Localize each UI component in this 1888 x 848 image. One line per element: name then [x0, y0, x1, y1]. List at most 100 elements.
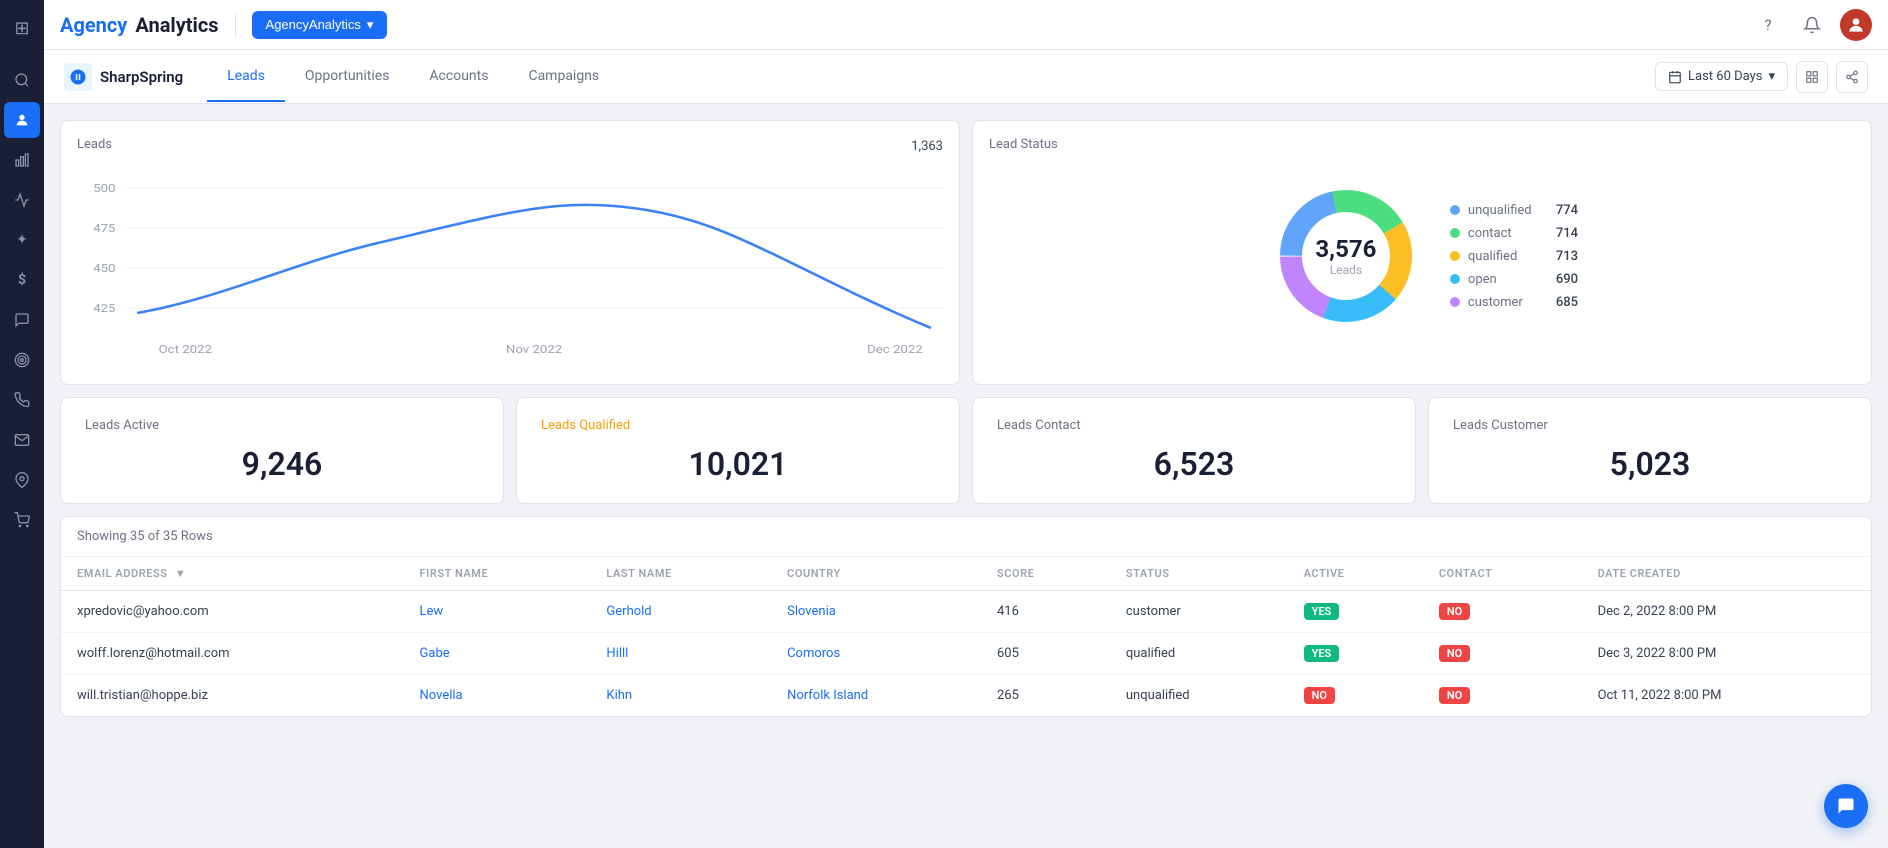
- sort-email-icon[interactable]: ▼: [175, 567, 186, 580]
- layout-toggle-icon[interactable]: [1796, 61, 1828, 93]
- cell-score-2: 605: [981, 633, 1110, 675]
- lead-status-title: Lead Status: [989, 137, 1058, 152]
- stat-value-leads-customer: 5,023: [1453, 445, 1847, 483]
- link-first-3[interactable]: Novella: [420, 688, 463, 703]
- legend-value-contact: 714: [1556, 226, 1578, 241]
- cell-email-3: will.tristian@hoppe.biz: [61, 675, 404, 717]
- stat-label-leads-customer: Leads Customer: [1453, 418, 1847, 433]
- col-active: ACTIVE: [1288, 557, 1423, 591]
- navbar-divider: [235, 13, 236, 37]
- cell-date-3: Oct 11, 2022 8:00 PM: [1582, 675, 1871, 717]
- leads-chart-title: Leads: [77, 137, 112, 152]
- cell-active-3: NO: [1288, 675, 1423, 717]
- leads-chart-value: 1,363: [911, 139, 943, 154]
- sidebar-item-chat[interactable]: [4, 302, 40, 338]
- charts-row: Leads 1,363 500 475 450 425: [60, 120, 1872, 385]
- legend-label-customer: customer: [1468, 295, 1548, 310]
- legend-dot-customer: [1450, 297, 1460, 307]
- table-row: will.tristian@hoppe.biz Novella Kihn Nor…: [61, 675, 1871, 717]
- link-last-2[interactable]: Hilll: [606, 646, 628, 661]
- date-filter-label: Last 60 Days: [1688, 69, 1762, 84]
- integration-button[interactable]: AgencyAnalytics ▾: [252, 11, 388, 39]
- calendar-icon: [1668, 70, 1682, 84]
- table-body: xpredovic@yahoo.com Lew Gerhold Slovenia…: [61, 591, 1871, 717]
- sidebar-item-phone[interactable]: [4, 382, 40, 418]
- sidebar-item-grid[interactable]: ⊞: [4, 10, 40, 46]
- leads-table-card: Showing 35 of 35 Rows EMAIL ADDRESS ▼ FI…: [60, 516, 1872, 717]
- cell-country-1: Slovenia: [771, 591, 981, 633]
- header-right-actions: Last 60 Days ▾: [1655, 61, 1868, 93]
- sidebar-item-person[interactable]: [4, 102, 40, 138]
- sidebar-item-bar-chart[interactable]: [4, 142, 40, 178]
- svg-text:450: 450: [93, 262, 115, 275]
- cell-status-3: unqualified: [1110, 675, 1288, 717]
- integration-header: SharpSpring Leads Opportunities Accounts…: [44, 50, 1888, 104]
- cell-last-2: Hilll: [590, 633, 771, 675]
- link-country-1[interactable]: Slovenia: [787, 604, 836, 619]
- cell-active-1: YES: [1288, 591, 1423, 633]
- cell-last-1: Gerhold: [590, 591, 771, 633]
- tab-opportunities[interactable]: Opportunities: [285, 52, 410, 102]
- tab-leads[interactable]: Leads: [207, 52, 285, 102]
- legend-item-customer: customer 685: [1450, 295, 1578, 310]
- help-icon[interactable]: ?: [1752, 9, 1784, 41]
- link-first-1[interactable]: Lew: [420, 604, 444, 619]
- legend-value-qualified: 713: [1556, 249, 1578, 264]
- tab-campaigns[interactable]: Campaigns: [508, 52, 619, 102]
- svg-text:Nov 2022: Nov 2022: [506, 343, 562, 356]
- sidebar: ⊞ ✦ $: [0, 0, 44, 848]
- donut-chart: 3,576 Leads: [1266, 176, 1426, 336]
- legend-dot-contact: [1450, 228, 1460, 238]
- user-avatar[interactable]: [1840, 9, 1872, 41]
- sidebar-item-line-chart[interactable]: [4, 182, 40, 218]
- sidebar-item-mail[interactable]: [4, 422, 40, 458]
- lead-status-header: Lead Status: [989, 137, 1855, 156]
- legend-label-open: open: [1468, 272, 1548, 287]
- svg-text:500: 500: [93, 182, 115, 195]
- col-date-created: DATE CREATED: [1582, 557, 1871, 591]
- tab-accounts[interactable]: Accounts: [409, 52, 508, 102]
- link-country-2[interactable]: Comoros: [787, 646, 840, 661]
- cell-contact-3: NO: [1423, 675, 1582, 717]
- link-last-3[interactable]: Kihn: [606, 688, 632, 703]
- float-chat-button[interactable]: [1824, 784, 1868, 828]
- table-row: wolff.lorenz@hotmail.com Gabe Hilll Como…: [61, 633, 1871, 675]
- share-icon[interactable]: [1836, 61, 1868, 93]
- sidebar-item-search[interactable]: [4, 62, 40, 98]
- sidebar-item-target[interactable]: [4, 342, 40, 378]
- link-first-2[interactable]: Gabe: [420, 646, 450, 661]
- svg-text:Oct 2022: Oct 2022: [159, 343, 213, 356]
- table-info: Showing 35 of 35 Rows: [61, 517, 1871, 557]
- link-country-3[interactable]: Norfolk Island: [787, 688, 868, 703]
- stat-label-leads-qualified: Leads Qualified: [541, 418, 935, 433]
- col-score: SCORE: [981, 557, 1110, 591]
- integration-btn-label: AgencyAnalytics: [266, 17, 361, 32]
- stats-row: Leads Active 9,246 Leads Qualified 10,02…: [60, 397, 1872, 504]
- leads-table: EMAIL ADDRESS ▼ FIRST NAME LAST NAME COU…: [61, 557, 1871, 716]
- legend-dot-unqualified: [1450, 205, 1460, 215]
- legend-label-qualified: qualified: [1468, 249, 1548, 264]
- cell-email-1: xpredovic@yahoo.com: [61, 591, 404, 633]
- link-last-1[interactable]: Gerhold: [606, 604, 651, 619]
- legend-label-unqualified: unqualified: [1468, 203, 1548, 218]
- date-filter[interactable]: Last 60 Days ▾: [1655, 62, 1788, 91]
- sidebar-item-star[interactable]: ✦: [4, 222, 40, 258]
- col-email[interactable]: EMAIL ADDRESS ▼: [61, 557, 404, 591]
- sidebar-item-dollar[interactable]: $: [4, 262, 40, 298]
- stat-card-leads-active: Leads Active 9,246: [60, 397, 504, 504]
- table-row: xpredovic@yahoo.com Lew Gerhold Slovenia…: [61, 591, 1871, 633]
- col-last-name: LAST NAME: [590, 557, 771, 591]
- sidebar-item-map-pin[interactable]: [4, 462, 40, 498]
- table-header: EMAIL ADDRESS ▼ FIRST NAME LAST NAME COU…: [61, 557, 1871, 591]
- lead-status-card: Lead Status: [972, 120, 1872, 385]
- stat-card-leads-customer: Leads Customer 5,023: [1428, 397, 1872, 504]
- col-contact: CONTACT: [1423, 557, 1582, 591]
- badge-active-1: YES: [1304, 603, 1340, 620]
- tab-navigation: Leads Opportunities Accounts Campaigns: [207, 52, 619, 102]
- legend-value-unqualified: 774: [1556, 203, 1578, 218]
- notifications-icon[interactable]: [1796, 9, 1828, 41]
- svg-text:475: 475: [93, 222, 115, 235]
- cell-country-2: Comoros: [771, 633, 981, 675]
- sidebar-item-cart[interactable]: [4, 502, 40, 538]
- stat-value-leads-qualified: 10,021: [541, 445, 935, 483]
